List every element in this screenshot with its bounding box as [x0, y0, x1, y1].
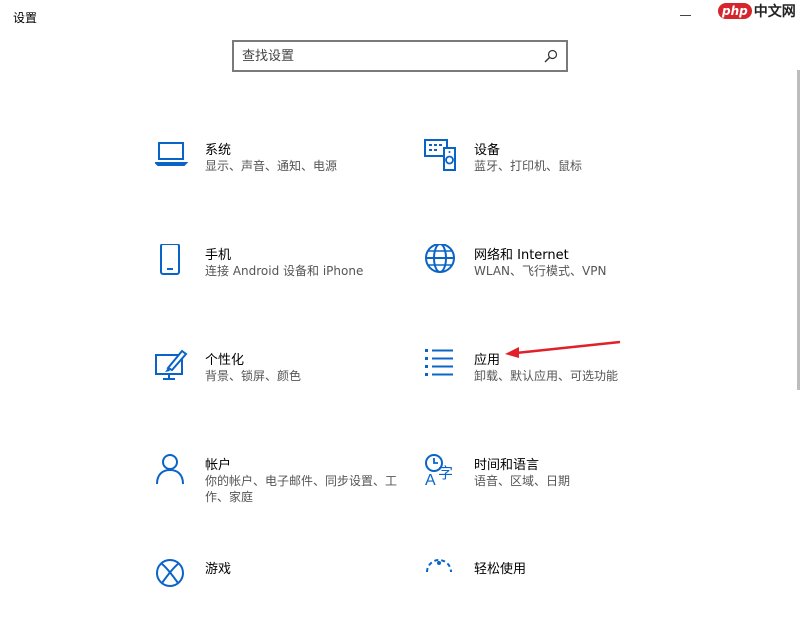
- tile-desc: 背景、锁屏、颜色: [205, 369, 302, 383]
- time-language-icon: A 字: [425, 454, 453, 488]
- xbox-icon: [156, 559, 184, 587]
- tile-time-language[interactable]: A 字 时间和语言 语音、区域、日期: [424, 454, 664, 514]
- laptop-icon: [155, 142, 189, 166]
- watermark: php 中文网: [718, 0, 800, 22]
- phone-icon: [160, 244, 180, 275]
- person-icon: [156, 454, 184, 485]
- tile-personalization[interactable]: 个性化 背景、锁屏、颜色: [155, 349, 395, 409]
- apps-list-icon: [425, 349, 453, 376]
- tile-name: 时间和语言: [474, 458, 540, 473]
- tile-system[interactable]: 系统 显示、声音、通知、电源: [155, 139, 395, 199]
- tile-gaming[interactable]: 游戏: [155, 558, 395, 618]
- tile-phone[interactable]: 手机 连接 Android 设备和 iPhone: [155, 244, 395, 304]
- watermark-logo: php: [718, 3, 752, 19]
- tile-name: 个性化: [205, 353, 245, 368]
- search-icon[interactable]: [544, 49, 558, 63]
- search-input[interactable]: [242, 47, 532, 65]
- tile-accounts[interactable]: 帐户 你的帐户、电子邮件、同步设置、工作、家庭: [155, 454, 397, 514]
- tile-devices[interactable]: 设备 蓝牙、打印机、鼠标: [424, 139, 664, 199]
- tile-desc: 语音、区域、日期: [474, 474, 571, 488]
- tile-desc: 连接 Android 设备和 iPhone: [205, 264, 364, 278]
- personalization-icon: [155, 349, 188, 380]
- tile-desc: 卸载、默认应用、可选功能: [474, 369, 619, 383]
- tile-name: 设备: [474, 143, 501, 158]
- tile-name: 应用: [474, 353, 501, 368]
- tile-desc: WLAN、飞行模式、VPN: [474, 264, 607, 278]
- tile-name: 手机: [205, 248, 232, 263]
- tile-name: 游戏: [205, 562, 232, 577]
- tile-network[interactable]: 网络和 Internet WLAN、飞行模式、VPN: [424, 244, 664, 304]
- svg-text:A: A: [425, 472, 436, 488]
- svg-text:字: 字: [438, 464, 453, 482]
- globe-icon: [425, 244, 455, 273]
- tile-desc: 蓝牙、打印机、鼠标: [474, 159, 583, 173]
- search-box[interactable]: [232, 40, 568, 72]
- window-title: 设置: [13, 11, 38, 25]
- tile-name: 轻松使用: [474, 562, 527, 577]
- devices-icon: [424, 139, 456, 171]
- title-bar: 设置 php 中文网: [0, 0, 800, 34]
- tile-name: 系统: [205, 143, 232, 158]
- tile-desc: 你的帐户、电子邮件、同步设置、工作、家庭: [205, 474, 398, 504]
- ease-of-access-icon: [426, 559, 452, 573]
- tile-name: 网络和 Internet: [474, 248, 569, 263]
- minimize-button[interactable]: [680, 15, 691, 16]
- annotation-arrow: [505, 340, 621, 358]
- tile-ease-of-access[interactable]: 轻松使用: [424, 558, 664, 618]
- tile-name: 帐户: [205, 458, 232, 473]
- watermark-text: 中文网: [753, 4, 796, 20]
- tile-desc: 显示、声音、通知、电源: [205, 159, 338, 173]
